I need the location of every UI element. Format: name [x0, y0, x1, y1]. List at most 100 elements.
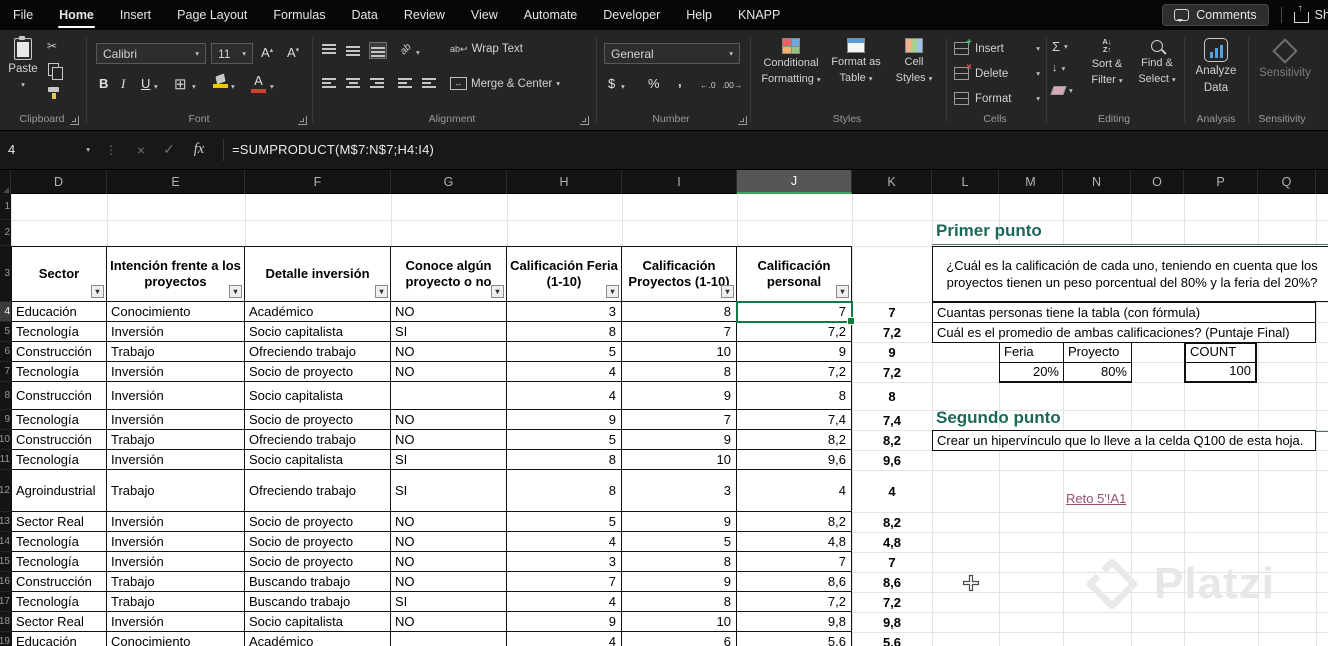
cell-J11[interactable]: 9,6: [737, 450, 852, 470]
paste-button[interactable]: Paste ▾: [3, 38, 43, 89]
tab-developer[interactable]: Developer: [590, 0, 673, 30]
row-header-12[interactable]: 12: [0, 470, 11, 512]
borders-button[interactable]: ⊞: [174, 75, 187, 93]
name-box[interactable]: 4 ▾: [0, 130, 96, 169]
row-header-16[interactable]: 16: [0, 572, 11, 592]
cell-I17[interactable]: 8: [622, 592, 737, 612]
cell-K10[interactable]: 8,2: [852, 430, 932, 450]
cell-G6[interactable]: NO: [391, 342, 507, 362]
proyecto-label-cell[interactable]: Proyecto: [1063, 342, 1132, 363]
chevron-down-icon[interactable]: ▾: [154, 82, 158, 91]
comments-button[interactable]: Comments: [1162, 4, 1268, 26]
fill-color-button[interactable]: [213, 74, 228, 88]
format-as-table-button[interactable]: Format as Table▾: [826, 38, 886, 85]
cell-D13[interactable]: Sector Real: [11, 512, 107, 532]
alignment-dialog-launcher[interactable]: [580, 116, 589, 125]
reto5-hyperlink[interactable]: Reto 5'!A1: [1066, 491, 1126, 506]
row-header-10[interactable]: 10: [0, 430, 11, 450]
row-header-3[interactable]: 3: [0, 246, 11, 302]
cell-H11[interactable]: 8: [507, 450, 622, 470]
column-header-E[interactable]: E: [107, 170, 245, 194]
cell-I18[interactable]: 10: [622, 612, 737, 632]
cell-H15[interactable]: 3: [507, 552, 622, 572]
proyecto-weight-cell[interactable]: 80%: [1063, 362, 1132, 383]
top-align-button[interactable]: [322, 44, 336, 57]
cell-J9[interactable]: 7,4: [737, 410, 852, 430]
cell-E4[interactable]: Conocimiento: [107, 302, 245, 322]
row-header-14[interactable]: 14: [0, 532, 11, 552]
column-header-P[interactable]: P: [1184, 170, 1258, 194]
font-dialog-launcher[interactable]: [298, 116, 307, 125]
cell-K13[interactable]: 8,2: [852, 512, 932, 532]
cell-K16[interactable]: 8,6: [852, 572, 932, 592]
column-header-G[interactable]: G: [391, 170, 507, 194]
tab-review[interactable]: Review: [391, 0, 458, 30]
autosum-button[interactable]: Σ ▾: [1052, 39, 1068, 54]
cell-K12[interactable]: 4: [852, 470, 932, 512]
cell-F17[interactable]: Buscando trabajo: [245, 592, 391, 612]
align-right-button[interactable]: [370, 78, 384, 91]
cell-K14[interactable]: 4,8: [852, 532, 932, 552]
selected-cell-outline[interactable]: [736, 301, 853, 323]
tab-formulas[interactable]: Formulas: [260, 0, 338, 30]
column-header-J[interactable]: J: [737, 170, 852, 194]
cell-H18[interactable]: 9: [507, 612, 622, 632]
cell-I5[interactable]: 7: [622, 322, 737, 342]
chevron-down-icon[interactable]: ▾: [416, 48, 420, 57]
row-header-6[interactable]: 6: [0, 342, 11, 362]
filter-button[interactable]: ▾: [375, 285, 388, 298]
format-cells-button[interactable]: Format ▾: [954, 92, 1040, 105]
cell-J17[interactable]: 7,2: [737, 592, 852, 612]
enter-button[interactable]: ✓: [155, 141, 183, 158]
cell-H12[interactable]: 8: [507, 470, 622, 512]
delete-cells-button[interactable]: Delete ▾: [954, 67, 1040, 80]
cell-D14[interactable]: Tecnología: [11, 532, 107, 552]
row-header-2[interactable]: 2: [0, 220, 11, 246]
cell-F5[interactable]: Socio capitalista: [245, 322, 391, 342]
row-header-4[interactable]: 4: [0, 302, 11, 322]
cell-K9[interactable]: 7,4: [852, 410, 932, 430]
tab-knapp[interactable]: KNAPP: [725, 0, 793, 30]
row-header-5[interactable]: 5: [0, 322, 11, 342]
find-select-button[interactable]: Find & Select▾: [1134, 38, 1180, 86]
tab-page-layout[interactable]: Page Layout: [164, 0, 260, 30]
row-header-7[interactable]: 7: [0, 362, 11, 382]
filter-button[interactable]: ▾: [229, 285, 242, 298]
wrap-text-button[interactable]: Wrap Text: [450, 43, 523, 55]
cell-G18[interactable]: NO: [391, 612, 507, 632]
cell-K5[interactable]: 7,2: [852, 322, 932, 342]
row-header-1[interactable]: 1: [0, 194, 11, 220]
row-header-13[interactable]: 13: [0, 512, 11, 532]
select-all-corner[interactable]: [0, 170, 11, 194]
cell-D4[interactable]: Educación: [11, 302, 107, 322]
column-header-D[interactable]: D: [11, 170, 107, 194]
cell-H13[interactable]: 5: [507, 512, 622, 532]
cell-J16[interactable]: 8,6: [737, 572, 852, 592]
count-label-cell[interactable]: COUNT: [1184, 342, 1257, 363]
row-header-19[interactable]: 19: [0, 632, 11, 646]
cell-E8[interactable]: Inversión: [107, 382, 245, 410]
cell-I9[interactable]: 7: [622, 410, 737, 430]
row-header-11[interactable]: 11: [0, 450, 11, 470]
cell-D19[interactable]: Educación: [11, 632, 107, 646]
cell-F10[interactable]: Ofreciendo trabajo: [245, 430, 391, 450]
decrease-decimal-button[interactable]: [722, 79, 742, 91]
cell-D5[interactable]: Tecnología: [11, 322, 107, 342]
feria-weight-cell[interactable]: 20%: [999, 362, 1064, 383]
cell-E17[interactable]: Trabajo: [107, 592, 245, 612]
cell-F19[interactable]: Académico: [245, 632, 391, 646]
cell-G14[interactable]: NO: [391, 532, 507, 552]
column-header-Q[interactable]: Q: [1258, 170, 1316, 194]
cell-styles-button[interactable]: Cell Styles▾: [888, 38, 940, 85]
align-left-button[interactable]: [322, 78, 336, 91]
count-value-cell[interactable]: 100: [1184, 362, 1257, 383]
row-header-8[interactable]: 8: [0, 382, 11, 410]
cell-I11[interactable]: 10: [622, 450, 737, 470]
cell-F9[interactable]: Socio de proyecto: [245, 410, 391, 430]
cell-G8[interactable]: [391, 382, 507, 410]
cell-K19[interactable]: 5,6: [852, 632, 932, 646]
cell-K4[interactable]: 7: [852, 302, 932, 322]
cell-J15[interactable]: 7: [737, 552, 852, 572]
cell-E13[interactable]: Inversión: [107, 512, 245, 532]
cell-D16[interactable]: Construcción: [11, 572, 107, 592]
